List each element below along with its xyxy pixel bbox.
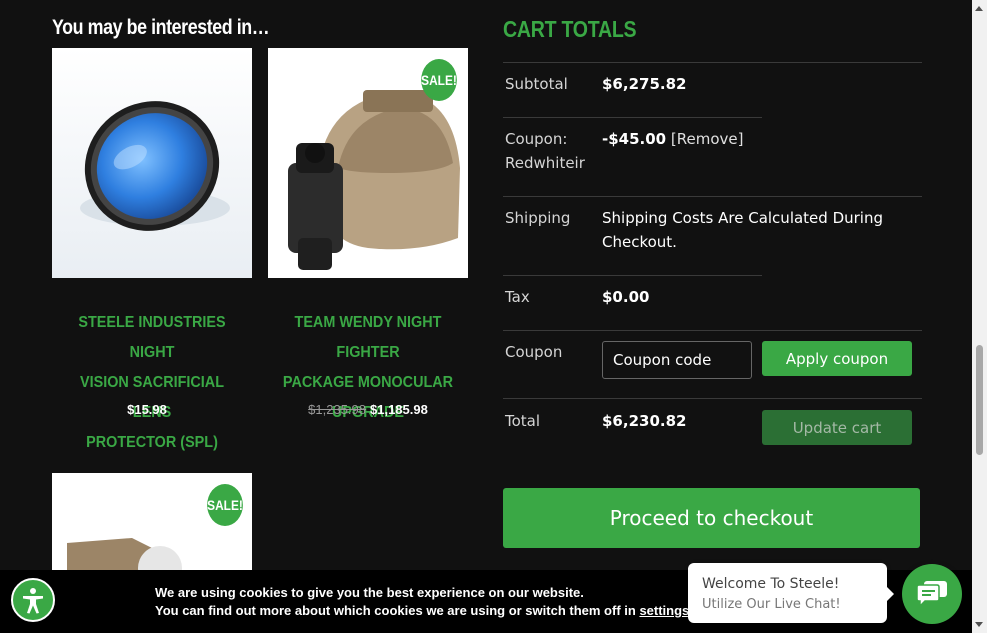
- subtotal-label: Subtotal: [505, 75, 568, 93]
- chat-welcome-subtitle: Utilize Our Live Chat!: [702, 597, 841, 612]
- subtotal-value: $6,275.82: [602, 72, 686, 96]
- cookie-line: We are using cookies to give you the bes…: [155, 585, 584, 600]
- total-label: Total: [505, 412, 541, 430]
- coupon-field-label: Coupon: [505, 343, 563, 361]
- accessibility-button[interactable]: [11, 578, 55, 622]
- scrollbar-thumb[interactable]: [976, 345, 983, 455]
- chat-icon: [916, 581, 947, 608]
- divider: [503, 275, 762, 276]
- price-current: $15.98: [127, 402, 167, 417]
- proceed-to-checkout-button[interactable]: Proceed to checkout: [503, 488, 920, 548]
- product-name-line: TEAM WENDY NIGHT FIGHTER: [294, 314, 442, 361]
- page: You may be interested in… STEELE INDUSTR…: [0, 0, 972, 633]
- cookie-settings-link[interactable]: settings: [639, 603, 689, 618]
- cart-totals-heading: CART TOTALS: [503, 16, 637, 42]
- product-price-lens: $15.98: [52, 402, 242, 417]
- coupon-applied-label: Coupon: Redwhiteir: [505, 127, 585, 175]
- product-image-third[interactable]: SALE!: [52, 473, 252, 570]
- coupon-label-line: Coupon:: [505, 130, 568, 148]
- tax-value: $0.00: [602, 285, 649, 309]
- shipping-text-line: Shipping Costs Are Calculated During: [602, 209, 883, 227]
- product-image-lens[interactable]: [52, 48, 252, 278]
- product-name-line: VISION SACRIFICIAL LENS: [79, 374, 225, 421]
- live-chat-button[interactable]: [902, 564, 962, 624]
- divider: [503, 62, 922, 63]
- tax-amount: $0.00: [602, 288, 650, 306]
- lens-icon: [52, 48, 252, 278]
- shipping-text-line: Checkout.: [602, 233, 677, 251]
- shipping-value: Shipping Costs Are Calculated During Che…: [602, 206, 922, 254]
- total-value: $6,230.82: [602, 409, 686, 433]
- cookie-line: You can find out more about which cookie…: [155, 602, 693, 620]
- shipping-label: Shipping: [505, 209, 571, 227]
- divider: [503, 196, 922, 197]
- cookie-message: We are using cookies to give you the bes…: [155, 584, 693, 620]
- product-name-lens[interactable]: STEELE INDUSTRIES NIGHT VISION SACRIFICI…: [62, 308, 242, 458]
- divider: [503, 117, 762, 118]
- price-old: $1,235.98: [308, 402, 366, 417]
- tax-label: Tax: [505, 288, 530, 306]
- coupon-discount-value: -$45.00 [Remove]: [602, 127, 743, 151]
- divider: [503, 398, 922, 399]
- chat-welcome-bubble[interactable]: Welcome To Steele! Utilize Our Live Chat…: [688, 563, 894, 623]
- subtotal-amount: $6,275.82: [602, 75, 687, 93]
- accessibility-icon: [23, 588, 43, 614]
- interested-heading: You may be interested in…: [52, 16, 270, 39]
- apply-coupon-button[interactable]: Apply coupon: [762, 341, 912, 376]
- sale-badge: SALE!: [421, 59, 457, 101]
- update-cart-button[interactable]: Update cart: [762, 410, 912, 445]
- scroll-down-icon[interactable]: [975, 622, 983, 627]
- discount-amount: -$45.00: [602, 130, 667, 148]
- scroll-up-icon[interactable]: [975, 6, 983, 11]
- sale-badge: SALE!: [207, 484, 243, 526]
- divider: [503, 330, 922, 331]
- product-image-helmet[interactable]: SALE!: [268, 48, 468, 278]
- coupon-code-name: Redwhiteir: [505, 154, 585, 172]
- total-amount: $6,230.82: [602, 412, 687, 430]
- product-price-helmet: $1,235.98 $1,185.98: [268, 402, 468, 417]
- product-name-line: PROTECTOR (SPL): [86, 434, 218, 451]
- product-name-line: STEELE INDUSTRIES NIGHT: [78, 314, 226, 361]
- remove-coupon-link[interactable]: [Remove]: [671, 130, 744, 148]
- product-name-line: PACKAGE MONOCULAR: [282, 374, 454, 391]
- price-current: $1,185.98: [370, 402, 428, 417]
- coupon-code-input[interactable]: Coupon code: [602, 341, 752, 379]
- chat-welcome-title: Welcome To Steele!: [702, 576, 840, 592]
- cookie-line-text: You can find out more about which cookie…: [155, 603, 636, 618]
- page-scrollbar[interactable]: [972, 0, 987, 633]
